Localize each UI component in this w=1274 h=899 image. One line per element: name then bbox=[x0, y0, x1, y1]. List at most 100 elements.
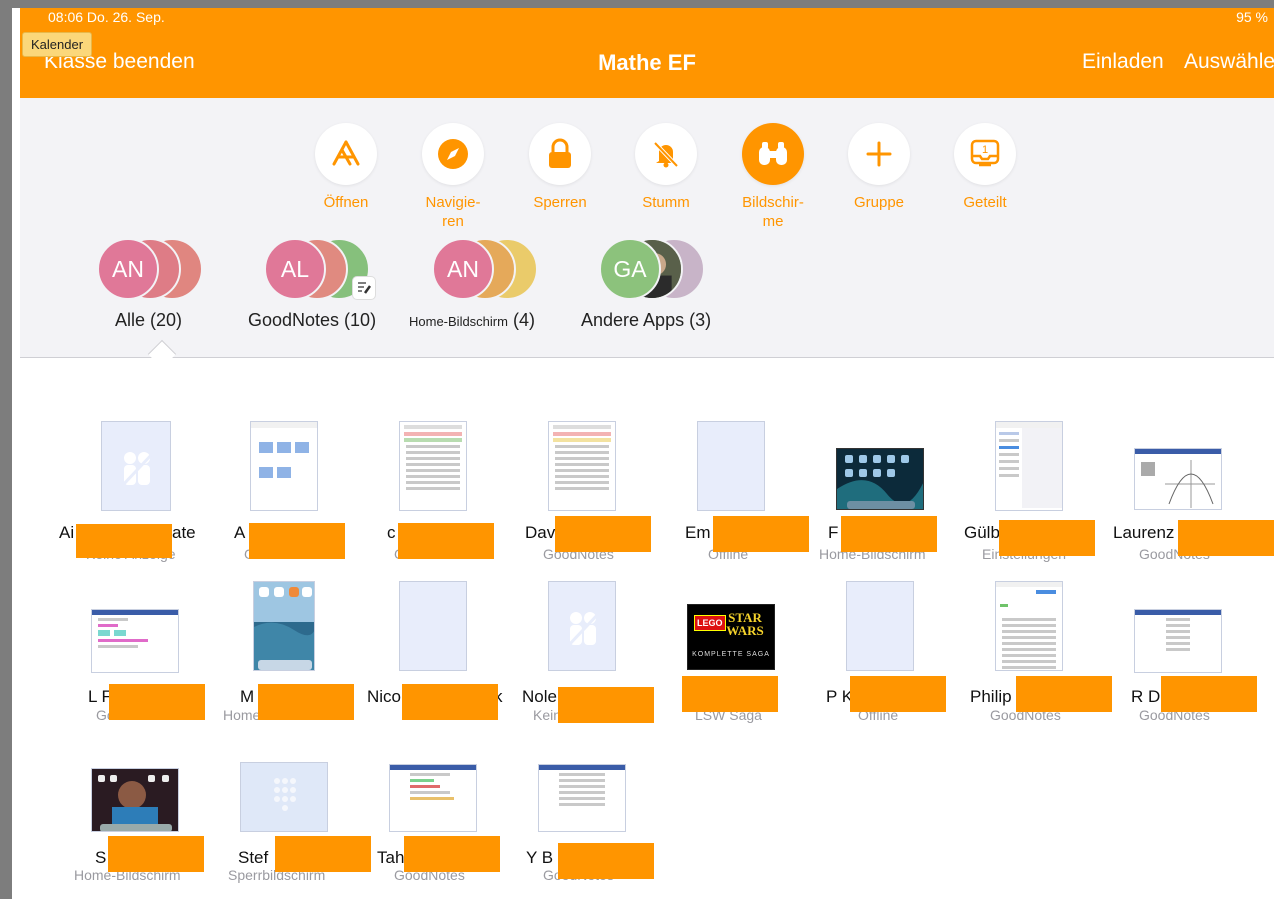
ipad-screen: 08:06 Do. 26. Sep. 95 % Klasse beenden M… bbox=[12, 8, 1274, 899]
tool-label: Geteilt bbox=[963, 194, 1007, 211]
student-name: Gülb bbox=[964, 523, 1000, 542]
redaction-box bbox=[258, 684, 354, 720]
tool-label: Navigie- ren bbox=[425, 194, 481, 230]
redaction-box bbox=[1016, 676, 1112, 712]
select-button[interactable]: Auswählen bbox=[1184, 50, 1274, 74]
redaction-box bbox=[999, 520, 1095, 556]
lock-icon bbox=[529, 123, 591, 185]
plus-icon bbox=[848, 123, 910, 185]
status-time: 08:06 Do. 26. Sep. bbox=[48, 9, 165, 25]
student-name: A bbox=[234, 523, 246, 542]
redaction-box bbox=[109, 684, 205, 720]
tool-lock[interactable]: Sperren bbox=[515, 123, 605, 212]
student-name: Ai bbox=[59, 523, 75, 542]
student-name: c bbox=[387, 523, 396, 542]
tool-label: Stumm bbox=[642, 194, 690, 211]
student-name: Dav bbox=[525, 523, 556, 542]
redaction-box bbox=[713, 516, 809, 552]
tool-mute[interactable]: Stumm bbox=[621, 123, 711, 212]
redaction-box bbox=[850, 676, 946, 712]
redaction-box bbox=[1178, 520, 1274, 556]
offline-thumbnail bbox=[697, 421, 765, 511]
tool-navigate[interactable]: Navigie- ren bbox=[408, 123, 498, 231]
document-thumbnail bbox=[548, 421, 616, 511]
tool-group[interactable]: Gruppe bbox=[834, 123, 924, 212]
goodnotes-thumbnail bbox=[389, 764, 477, 832]
tool-label: Gruppe bbox=[853, 194, 905, 211]
avatar: GA bbox=[599, 238, 661, 300]
home-screen-thumbnail bbox=[253, 581, 315, 671]
home-screen-thumbnail bbox=[91, 768, 179, 832]
student-name-end: ate bbox=[172, 523, 196, 542]
student-name: S bbox=[95, 848, 107, 867]
student-name: Nico bbox=[367, 687, 402, 706]
avatar: AL bbox=[264, 238, 326, 300]
documents-list-thumbnail bbox=[995, 581, 1063, 671]
toolbar-area: Öffnen Navigie- ren Sperren Stumm Bildsc… bbox=[20, 98, 1274, 369]
star-wars-title: STAR WARS bbox=[726, 610, 764, 638]
student-name: Y B bbox=[526, 848, 554, 867]
app-store-icon bbox=[315, 123, 377, 185]
goodnotes-thumbnail bbox=[91, 609, 179, 673]
redaction-box bbox=[404, 836, 500, 872]
star-wars-subtitle: KOMPLETTE SAGA bbox=[692, 651, 770, 658]
student-name: F bbox=[828, 523, 839, 542]
redaction-box bbox=[558, 687, 654, 723]
redaction-box bbox=[398, 523, 494, 559]
document-thumbnail bbox=[538, 764, 626, 832]
invite-button[interactable]: Einladen bbox=[1082, 50, 1164, 74]
tray-icon: 1 bbox=[954, 123, 1016, 185]
status-battery: 95 % bbox=[1236, 9, 1268, 25]
redaction-box bbox=[682, 676, 778, 712]
settings-thumbnail bbox=[995, 421, 1063, 511]
avatar: AN bbox=[432, 238, 494, 300]
lego-star-wars-thumbnail: LEGO STAR WARS KOMPLETTE SAGA bbox=[687, 604, 775, 670]
group-label: Alle (20) bbox=[115, 310, 183, 330]
student-name: Tah bbox=[377, 848, 405, 867]
student-name: R D bbox=[1131, 687, 1161, 706]
files-screen-thumbnail bbox=[250, 421, 318, 511]
bell-slash-icon bbox=[635, 123, 697, 185]
avatar: AN bbox=[97, 238, 159, 300]
student-name: Stef bbox=[238, 848, 269, 867]
tool-label: Sperren bbox=[533, 194, 587, 211]
offline-thumbnail bbox=[399, 581, 467, 671]
tool-open[interactable]: Öffnen bbox=[301, 123, 391, 212]
offline-thumbnail bbox=[846, 581, 914, 671]
redaction-box bbox=[555, 516, 651, 552]
tool-shared[interactable]: 1 Geteilt bbox=[940, 123, 1030, 212]
redaction-box bbox=[108, 836, 204, 872]
group-count: (4) bbox=[512, 310, 535, 330]
no-display-thumbnail bbox=[548, 581, 616, 671]
redaction-box bbox=[402, 684, 498, 720]
calendar-tooltip: Kalender bbox=[22, 32, 93, 57]
tool-screens[interactable]: Bildschir- me bbox=[728, 123, 818, 231]
group-label-small: Home-Bildschirm bbox=[409, 314, 508, 329]
redaction-box bbox=[76, 524, 172, 558]
student-name: M bbox=[240, 687, 255, 706]
group-label: Home-Bildschirm (4) bbox=[409, 310, 535, 331]
lock-screen-thumbnail bbox=[240, 762, 328, 832]
compass-icon bbox=[422, 123, 484, 185]
group-label: Andere Apps (3) bbox=[581, 310, 712, 330]
redaction-box bbox=[1161, 676, 1257, 712]
no-display-thumbnail bbox=[101, 421, 171, 511]
student-name: Nole bbox=[522, 687, 557, 706]
group-label: GoodNotes (10) bbox=[248, 310, 377, 330]
binoculars-icon bbox=[742, 123, 804, 185]
redaction-box bbox=[275, 836, 371, 872]
document-thumbnail bbox=[1134, 609, 1222, 673]
goodnotes-icon bbox=[352, 276, 376, 300]
student-name: Philip bbox=[970, 687, 1012, 706]
header-bar: 08:06 Do. 26. Sep. 95 % Klasse beenden M… bbox=[20, 8, 1274, 98]
document-thumbnail bbox=[399, 421, 467, 511]
tool-label: Öffnen bbox=[323, 194, 369, 211]
student-name: Laurenz bbox=[1113, 523, 1175, 542]
redaction-box bbox=[841, 516, 937, 552]
home-screen-thumbnail bbox=[836, 448, 924, 510]
svg-text:1: 1 bbox=[982, 144, 988, 156]
tool-label: Bildschir- me bbox=[742, 194, 804, 230]
graph-thumbnail bbox=[1134, 448, 1222, 510]
student-name: Em bbox=[685, 523, 711, 542]
redaction-box bbox=[558, 843, 654, 879]
